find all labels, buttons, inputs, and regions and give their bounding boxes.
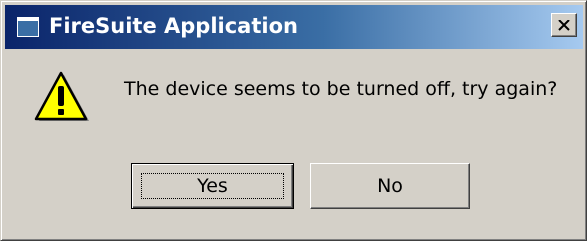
close-button[interactable] bbox=[551, 13, 577, 37]
close-icon bbox=[558, 19, 570, 31]
no-button-label: No bbox=[377, 175, 403, 197]
dialog-message: The device seems to be turned off, try a… bbox=[124, 78, 558, 100]
yes-button[interactable]: Yes bbox=[131, 163, 294, 209]
no-button[interactable]: No bbox=[310, 163, 470, 209]
yes-button-label: Yes bbox=[197, 175, 228, 197]
window-title: FireSuite Application bbox=[49, 14, 298, 38]
window-icon bbox=[17, 17, 39, 37]
warning-icon bbox=[33, 71, 91, 125]
title-bar[interactable]: FireSuite Application bbox=[5, 5, 583, 49]
message-dialog: FireSuite Application The device seems t… bbox=[0, 0, 587, 241]
